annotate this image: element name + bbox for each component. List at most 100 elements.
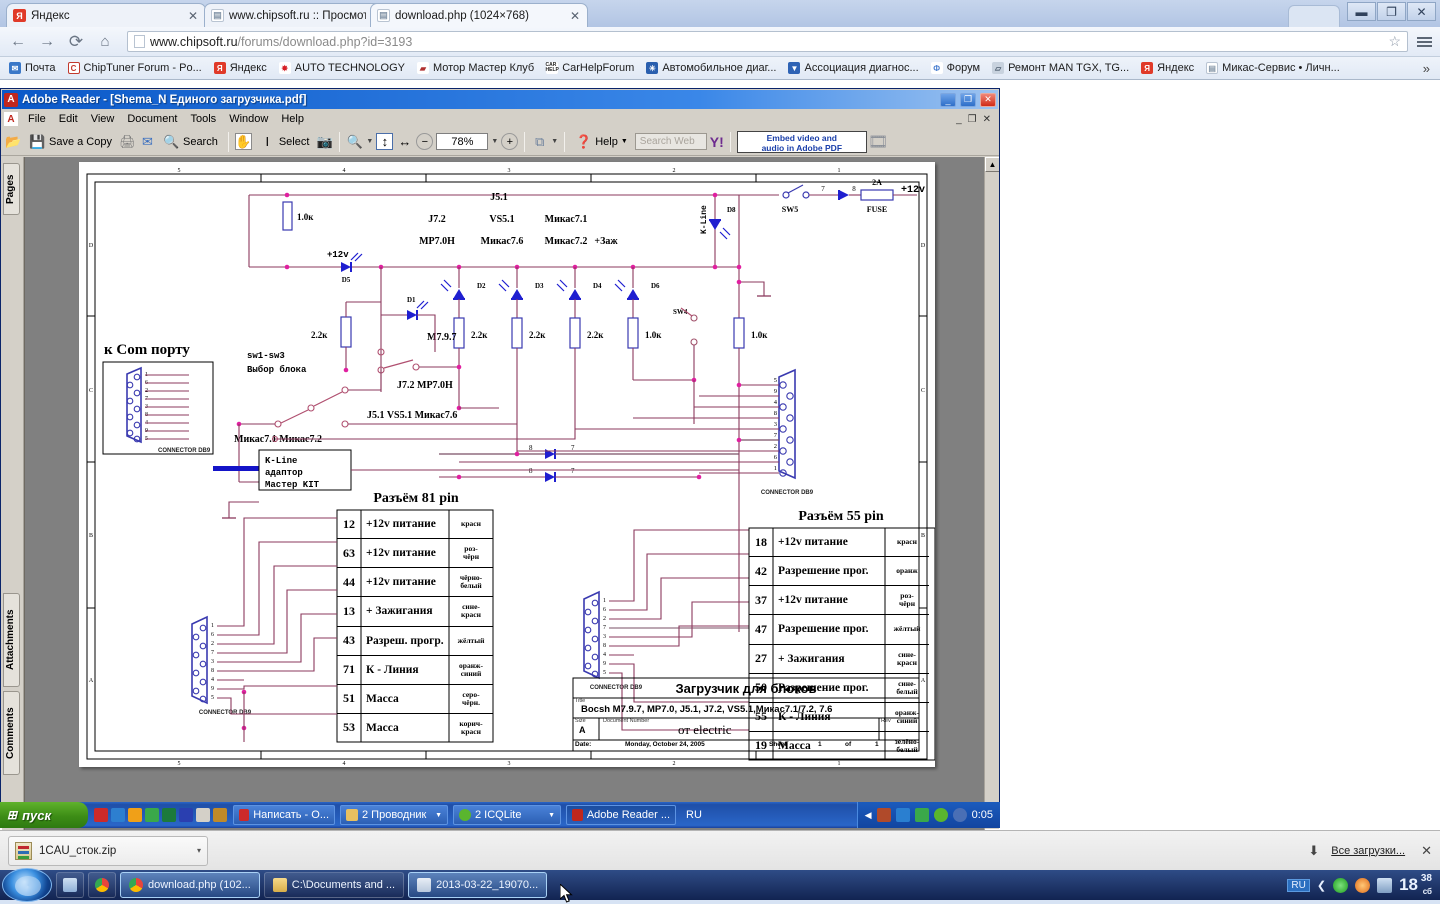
antivirus-icon[interactable]: [914, 808, 929, 822]
w7-taskbar-button-3[interactable]: C:\Documents and ...: [263, 872, 405, 898]
taskbar-button-3[interactable]: Adobe Reader ...: [566, 805, 676, 825]
new-tab-button[interactable]: [1288, 5, 1340, 27]
minimize-icon[interactable]: _: [940, 92, 956, 107]
winamp-icon[interactable]: [179, 808, 193, 822]
bookmark-item-5[interactable]: CAR HELP CarHelpForum: [541, 61, 639, 75]
home-icon[interactable]: ⌂: [95, 32, 115, 52]
chevron-down-icon[interactable]: ▼: [548, 812, 555, 819]
network-icon[interactable]: [876, 808, 891, 822]
zoom-out-icon[interactable]: −: [416, 133, 434, 150]
browser-tab-0[interactable]: Я Яндекс ✕: [6, 3, 206, 27]
xp-language-indicator[interactable]: RU: [686, 809, 702, 821]
taskbar-button-0[interactable]: Написать - О...: [233, 805, 335, 825]
messenger-icon[interactable]: [895, 808, 910, 822]
forward-icon[interactable]: →: [37, 32, 57, 52]
search-web-input[interactable]: Search Web: [634, 133, 707, 150]
menu-view[interactable]: View: [85, 112, 121, 126]
menu-edit[interactable]: Edit: [53, 112, 84, 126]
tab-close-icon[interactable]: ✕: [569, 9, 581, 23]
tray-expand-icon[interactable]: ◀: [865, 810, 872, 821]
excel-icon[interactable]: [162, 808, 176, 822]
bookmark-item-2[interactable]: Я Яндекс: [209, 61, 272, 75]
close-icon[interactable]: ✕: [980, 92, 996, 107]
zoom-level-value[interactable]: 78%: [436, 133, 489, 150]
document-close-icon[interactable]: ✕: [983, 114, 991, 125]
chevron-down-icon[interactable]: ▼: [435, 812, 442, 819]
download-item[interactable]: 1CAU_сток.zip ▾: [8, 835, 208, 866]
close-icon[interactable]: ✕: [1407, 2, 1436, 21]
yahoo-icon[interactable]: Y!: [710, 134, 724, 150]
document-restore-icon[interactable]: ❐: [968, 114, 977, 125]
browser-icon[interactable]: [145, 808, 159, 822]
scroll-up-icon[interactable]: ▲: [985, 157, 999, 172]
print-icon[interactable]: 🖨: [119, 133, 136, 150]
close-downloads-bar-icon[interactable]: ✕: [1421, 843, 1432, 859]
menu-file[interactable]: File: [22, 112, 52, 126]
w7-taskbar-button-4[interactable]: 2013-03-22_19070...: [408, 872, 548, 898]
bookmark-item-1[interactable]: C ChipTuner Forum - Po...: [63, 61, 207, 75]
show-all-downloads-link[interactable]: Все загрузки...: [1331, 845, 1405, 857]
embed-media-banner[interactable]: Embed video and audio in Adobe PDF: [736, 130, 867, 153]
help-button[interactable]: ❓ Help ▼: [571, 131, 632, 152]
bookmark-item-7[interactable]: ▼ Ассоциация диагнос...: [783, 61, 923, 75]
opera-icon[interactable]: [94, 808, 108, 822]
windows-start-orb[interactable]: [2, 868, 52, 902]
bookmark-star-icon[interactable]: ☆: [1388, 33, 1401, 50]
restore-icon[interactable]: ❐: [960, 92, 976, 107]
tab-close-icon[interactable]: ✕: [187, 9, 199, 23]
xp-clock[interactable]: 0:05: [972, 809, 993, 821]
bookmark-item-3[interactable]: ✸ AUTO TECHNOLOGY: [274, 61, 410, 75]
open-folder-icon[interactable]: 📂: [5, 133, 22, 150]
menu-tools[interactable]: Tools: [185, 112, 223, 126]
tray-expand-icon[interactable]: ❮: [1317, 879, 1326, 892]
browser-tab-2[interactable]: ▤ download.php (1024×768) ✕: [370, 3, 588, 27]
rotate-dropdown-icon[interactable]: ▼: [551, 138, 558, 145]
xp-start-button[interactable]: ⊞ пуск: [0, 802, 88, 828]
menu-help[interactable]: Help: [275, 112, 310, 126]
address-bar[interactable]: www.chipsoft.ru/forums/download.php?id=3…: [127, 31, 1408, 52]
hamburger-menu-icon[interactable]: [1417, 36, 1432, 47]
volume-icon[interactable]: [952, 808, 967, 822]
calculator-icon[interactable]: [196, 808, 210, 822]
pdf-viewport[interactable]: .wire{stroke:#8b3a5e;stroke-width:1.1;fi…: [24, 157, 999, 859]
minimize-icon[interactable]: ▬: [1347, 2, 1376, 21]
menu-window[interactable]: Window: [223, 112, 274, 126]
back-icon[interactable]: ←: [8, 32, 28, 52]
download-menu-icon[interactable]: ▾: [197, 846, 201, 855]
bookmarks-overflow-icon[interactable]: »: [1423, 61, 1436, 76]
bookmark-item-11[interactable]: ▤ Микас-Сервис • Личн...: [1201, 61, 1345, 75]
bookmark-item-10[interactable]: Я Яндекс: [1136, 61, 1199, 75]
document-minimize-icon[interactable]: _: [956, 114, 962, 125]
antivirus-icon[interactable]: [1333, 877, 1349, 893]
reload-icon[interactable]: ⟳: [66, 32, 86, 52]
restore-icon[interactable]: ❐: [1377, 2, 1406, 21]
media-player-icon[interactable]: [128, 808, 142, 822]
email-icon[interactable]: ✉: [139, 133, 156, 150]
bookmark-item-4[interactable]: ▰ Мотор Мастер Клуб: [412, 61, 539, 75]
save-a-copy-button[interactable]: 💾 Save a Copy: [25, 131, 116, 152]
snapshot-camera-icon[interactable]: 📷: [316, 133, 333, 150]
browser-tab-1[interactable]: ▤ www.chipsoft.ru :: Просмотр ✕: [204, 3, 390, 27]
select-tool-button[interactable]: I Select: [255, 131, 314, 152]
w7-clock[interactable]: 18 38 сб: [1399, 873, 1432, 896]
bookmark-item-0[interactable]: ✉ Почта: [4, 61, 61, 75]
bookmark-item-8[interactable]: Ф Форум: [926, 61, 985, 75]
ie-icon[interactable]: [111, 808, 125, 822]
taskbar-button-2[interactable]: 2 ICQLite ▼: [453, 805, 561, 825]
zoom-level-dropdown-icon[interactable]: ▼: [491, 138, 498, 145]
zoom-in-icon[interactable]: +: [501, 133, 519, 150]
hand-tool-icon[interactable]: ✋: [234, 133, 252, 150]
w7-taskbar-button-0[interactable]: [56, 872, 84, 898]
menu-document[interactable]: Document: [121, 112, 183, 126]
updater-icon[interactable]: [1355, 877, 1371, 893]
fit-page-width-icon[interactable]: ↔: [396, 133, 413, 150]
bookmark-item-6[interactable]: ✳ Автомобильное диаг...: [641, 61, 781, 75]
w7-taskbar-button-2[interactable]: download.php (102...: [120, 872, 260, 898]
icq-icon[interactable]: [933, 808, 948, 822]
network-icon[interactable]: [1377, 877, 1393, 893]
fit-page-height-icon[interactable]: ↕: [376, 133, 394, 150]
zoom-dropdown-icon[interactable]: ▼: [366, 138, 373, 145]
bookmark-item-9[interactable]: ▱ Ремонт MAN TGX, TG...: [987, 61, 1134, 75]
search-button[interactable]: 🔍 Search: [159, 131, 222, 152]
navtab-pages[interactable]: Pages: [3, 163, 20, 215]
